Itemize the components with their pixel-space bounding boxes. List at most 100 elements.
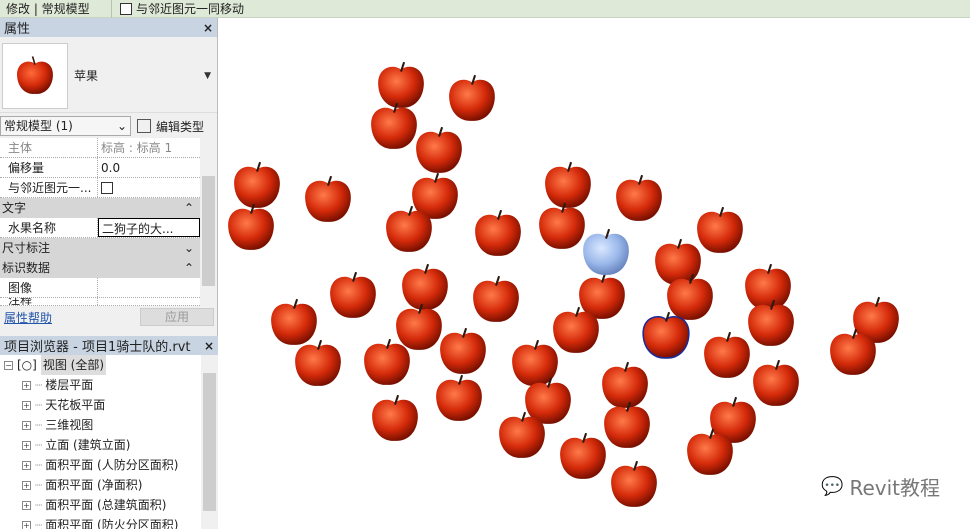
project-browser: 项目浏览器 - 项目1骑士队的.rvt × − [○] 视图 (全部) + ┈ 楼层平面 +…	[0, 336, 218, 529]
left-panel: 属性 × 苹果 ▼ 常规模型 (1) ⌄ 编辑类型 主体 标高 : 标高 1 偏移量 0…	[0, 18, 218, 529]
close-icon[interactable]: ×	[203, 21, 213, 35]
tree-label: 三维视图	[45, 418, 94, 432]
apple[interactable]	[431, 370, 487, 429]
apple[interactable]	[494, 407, 550, 466]
tree-item[interactable]: + ┈ 面积平面 (防火分区面积)	[0, 515, 218, 529]
tree-item[interactable]: + ┈ 天花板平面	[0, 395, 218, 415]
tree-connector: ┈	[35, 418, 43, 432]
apple[interactable]	[325, 267, 381, 326]
property-row-move: 与邻近图元一...	[0, 178, 200, 198]
expand-icon[interactable]: +	[22, 420, 31, 430]
type-name: 苹果	[74, 69, 99, 83]
apple[interactable]	[359, 334, 415, 393]
apple[interactable]	[381, 201, 437, 260]
tree-label: 视图 (全部)	[40, 355, 107, 375]
property-key: 偏移量	[0, 158, 98, 177]
apple[interactable]	[611, 170, 667, 229]
apple[interactable]	[223, 199, 279, 258]
property-key: 水果名称	[0, 218, 98, 237]
scrollbar-thumb[interactable]	[202, 176, 215, 286]
property-value	[98, 178, 200, 197]
tree-item[interactable]: + ┈ 楼层平面	[0, 375, 218, 395]
tree-label: 面积平面 (总建筑面积)	[45, 498, 167, 512]
edit-type-button[interactable]: 编辑类型	[137, 118, 204, 135]
tree-connector: ┈	[35, 378, 43, 392]
checkbox-icon[interactable]	[120, 2, 132, 15]
property-row-image: 图像	[0, 278, 200, 298]
close-icon[interactable]: ×	[204, 339, 214, 353]
expand-icon[interactable]: +	[22, 380, 31, 390]
edit-type-icon	[137, 119, 151, 133]
checkbox-label: 与邻近图元一同移动	[136, 2, 245, 16]
apply-button[interactable]: 应用	[140, 308, 214, 326]
type-selector[interactable]: 苹果 ▼	[0, 39, 217, 113]
collapse-icon: ⌃	[183, 201, 194, 215]
watermark: 💬 Revit教程	[821, 472, 940, 501]
tree-item[interactable]: + ┈ 面积平面 (总建筑面积)	[0, 495, 218, 515]
apple[interactable]	[682, 424, 738, 483]
apple[interactable]	[825, 324, 881, 383]
expand-icon[interactable]: +	[22, 480, 31, 490]
instance-filter-select[interactable]: 常规模型 (1) ⌄	[0, 116, 131, 136]
tree-item[interactable]: + ┈ 立面 (建筑立面)	[0, 435, 218, 455]
filter-value: 常规模型 (1)	[4, 119, 73, 133]
fruit-name-input[interactable]: 二狗子的大...	[98, 218, 200, 237]
dropdown-arrow-icon[interactable]: ▼	[204, 71, 211, 81]
apple-highlighted[interactable]	[578, 224, 634, 283]
3d-view-canvas[interactable]: 💬 Revit教程	[219, 18, 970, 529]
apple[interactable]	[367, 390, 423, 449]
tree-item[interactable]: + ┈ 面积平面 (净面积)	[0, 475, 218, 495]
browser-scrollbar[interactable]	[201, 355, 218, 529]
collapse-icon: ⌃	[183, 261, 194, 275]
apple[interactable]	[468, 271, 524, 330]
properties-scrollbar[interactable]	[200, 138, 217, 306]
apple[interactable]	[606, 456, 662, 515]
group-label: 标识数据	[2, 261, 51, 275]
tree-label: 立面 (建筑立面)	[45, 438, 131, 452]
expand-icon: ⌄	[183, 241, 194, 255]
tree-root[interactable]: − [○] 视图 (全部)	[0, 355, 218, 375]
property-row-offset: 偏移量 0.0	[0, 158, 200, 178]
image-value[interactable]	[98, 278, 200, 297]
apple-selected[interactable]	[638, 307, 694, 366]
expand-icon[interactable]: +	[22, 500, 31, 510]
wechat-icon: 💬	[821, 476, 844, 497]
move-with-nearby-checkbox[interactable]: 与邻近图元一同移动	[112, 0, 244, 17]
tree-connector: ┈	[35, 478, 43, 492]
properties-help-link[interactable]: 属性帮助	[4, 309, 52, 326]
properties-title: 属性	[4, 22, 31, 37]
group-identity[interactable]: 标识数据 ⌃	[0, 258, 200, 278]
apple[interactable]	[290, 335, 346, 394]
tree-connector: ┈	[35, 518, 43, 529]
context-label: 修改 | 常规模型	[0, 0, 112, 18]
scrollbar-thumb[interactable]	[203, 373, 216, 511]
tree-label: 天花板平面	[45, 398, 106, 412]
property-key: 注释	[0, 298, 98, 305]
expand-icon[interactable]: +	[22, 460, 31, 470]
group-dimensions[interactable]: 尺寸标注 ⌄	[0, 238, 200, 258]
group-text[interactable]: 文字 ⌃	[0, 198, 200, 218]
tree-connector: ┈	[35, 458, 43, 472]
tree-connector: ┈	[35, 438, 43, 452]
offset-input[interactable]: 0.0	[98, 158, 200, 177]
tree-label: 楼层平面	[45, 378, 94, 392]
expand-icon[interactable]: +	[22, 440, 31, 450]
tree-label: 面积平面 (人防分区面积)	[45, 458, 179, 472]
browser-header: 项目浏览器 - 项目1骑士队的.rvt ×	[0, 336, 218, 355]
apple[interactable]	[300, 171, 356, 230]
move-checkbox[interactable]	[101, 182, 113, 194]
browser-tree: − [○] 视图 (全部) + ┈ 楼层平面 + ┈ 天花板平面 + ┈ 三维视图 + ┈ 立面 (建筑立…	[0, 355, 218, 529]
apple[interactable]	[470, 205, 526, 264]
property-row-comment: 注释	[0, 298, 200, 306]
apple-thumbnail	[2, 42, 68, 109]
property-key: 与邻近图元一...	[0, 178, 98, 197]
views-icon: [○]	[17, 358, 37, 372]
expand-icon[interactable]: +	[22, 520, 31, 529]
tree-item[interactable]: + ┈ 面积平面 (人防分区面积)	[0, 455, 218, 475]
apple[interactable]	[444, 70, 500, 129]
apple[interactable]	[699, 327, 755, 386]
collapse-icon[interactable]: −	[4, 360, 13, 370]
apple[interactable]	[555, 428, 611, 487]
tree-item[interactable]: + ┈ 三维视图	[0, 415, 218, 435]
expand-icon[interactable]: +	[22, 400, 31, 410]
